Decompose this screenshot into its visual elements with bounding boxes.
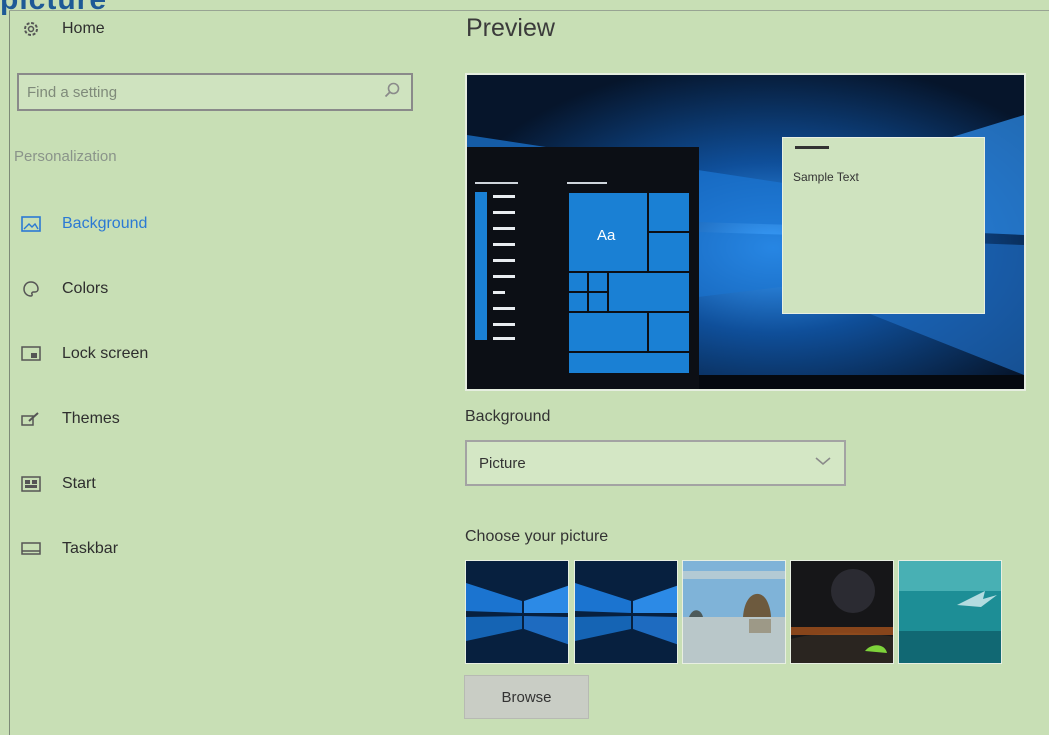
underwater-image [899,561,1001,663]
night-sky-image [791,561,893,663]
sidebar-item-label: Themes [62,410,120,427]
lock-screen-icon [20,343,42,365]
search-box[interactable] [17,73,413,111]
sample-text: Sample Text [793,170,859,184]
sidebar-item-label: Colors [62,280,109,297]
tile-text: Aa [597,227,616,244]
windows-hero-image [575,561,677,663]
sidebar-item-background[interactable]: Background [20,207,147,241]
page-title: Preview [466,14,555,42]
desktop-preview: Aa Sample Text [465,73,1026,391]
windows-hero-image [466,561,568,663]
sidebar-item-taskbar[interactable]: Taskbar [20,532,118,566]
sidebar-item-colors[interactable]: Colors [20,272,108,306]
window-border-top [9,10,1049,11]
brush-icon [20,408,42,430]
sample-window: Sample Text [782,137,985,314]
chevron-down-icon [814,454,832,472]
sidebar-item-label: Taskbar [62,540,119,557]
background-dropdown[interactable]: Picture [465,440,846,486]
choose-picture-label: Choose your picture [465,528,609,545]
search-icon[interactable] [383,81,401,104]
nav-home-label: Home [62,20,105,37]
window-border [9,10,10,735]
nav-home[interactable]: Home [20,12,105,46]
picture-thumbnail-windows-hero-1[interactable] [465,560,569,664]
sidebar-item-lock-screen[interactable]: Lock screen [20,337,148,371]
picture-thumbnail-night-sky[interactable] [790,560,894,664]
gear-icon [20,18,42,40]
start-tiles [475,182,689,373]
picture-thumbnail-underwater[interactable] [898,560,1002,664]
background-dropdown-value: Picture [479,454,526,472]
picture-icon [20,213,42,235]
sample-window-titlebar [795,146,829,149]
browse-button[interactable]: Browse [464,675,589,719]
taskbar-icon [20,538,42,560]
sidebar-item-label: Start [62,475,96,492]
palette-icon [20,278,42,300]
start-icon [20,473,42,495]
section-label: Personalization [14,148,117,165]
picture-thumbnail-windows-hero-2[interactable] [574,560,678,664]
sidebar-item-themes[interactable]: Themes [20,402,120,436]
beach-rock-image [683,561,785,663]
picture-thumbnail-beach-rock[interactable] [682,560,786,664]
sidebar-item-label: Background [62,215,148,232]
sidebar-item-start[interactable]: Start [20,467,96,501]
search-input[interactable] [25,82,383,102]
start-menu-preview: Aa [467,147,699,389]
sidebar-item-label: Lock screen [62,345,149,362]
background-label: Background [465,408,551,425]
